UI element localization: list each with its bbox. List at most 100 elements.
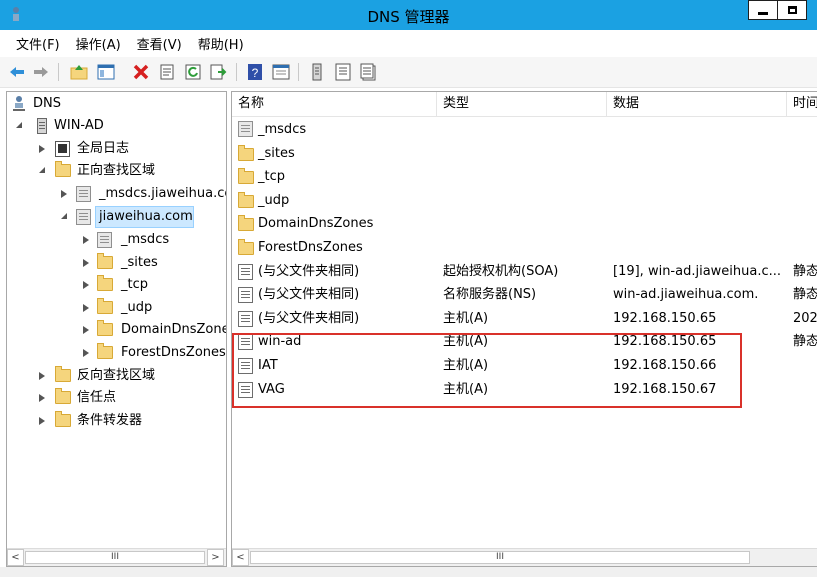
- minimize-button[interactable]: [748, 0, 778, 20]
- scroll-left-button[interactable]: <: [7, 549, 24, 566]
- cell-name: DomainDnsZones: [258, 216, 374, 232]
- details-pane: 名称 类型 数据 时间 _msdcs _sites _tcp _udp DomainDn…: [231, 91, 817, 567]
- back-arrow-icon[interactable]: [8, 63, 26, 81]
- cell-name: _msdcs: [258, 122, 307, 137]
- tree-item-dns[interactable]: DNS: [7, 93, 222, 115]
- tree-label: jiaweihua.com: [99, 209, 193, 224]
- tree-horizontal-scrollbar[interactable]: < III >: [7, 548, 226, 566]
- menu-help[interactable]: 帮助(H): [182, 34, 244, 53]
- list-row[interactable]: (与父文件夹相同) 主机(A) 192.168.150.65 202: [232, 307, 817, 331]
- folder-icon: [97, 343, 113, 359]
- collapse-arrow-icon[interactable]: [61, 213, 67, 219]
- list-row[interactable]: _tcp: [232, 165, 817, 189]
- cell-type: 主机(A): [443, 381, 489, 397]
- tree-item-msdcs-zone[interactable]: _msdcs.jiaweihua.cc: [7, 183, 226, 205]
- tree-item-forward-zones[interactable]: 正向查找区域: [7, 160, 222, 182]
- column-header-name[interactable]: 名称: [232, 92, 437, 116]
- column-header-time[interactable]: 时间: [787, 92, 817, 116]
- tree-item-child[interactable]: ForestDnsZones: [7, 342, 226, 364]
- tree-label: DNS: [33, 96, 61, 111]
- expand-arrow-icon[interactable]: [39, 372, 45, 380]
- expand-arrow-icon[interactable]: [39, 394, 45, 402]
- tree-item-selected-zone[interactable]: jiaweihua.com: [7, 206, 222, 228]
- tree-label: WIN-AD: [54, 118, 104, 133]
- maximize-button[interactable]: [777, 0, 807, 20]
- show-hide-tree-icon[interactable]: [97, 63, 115, 81]
- tree-item-server[interactable]: WIN-AD: [7, 115, 222, 137]
- list-row[interactable]: _sites: [232, 142, 817, 166]
- scroll-thumb[interactable]: III: [250, 551, 750, 564]
- collapse-arrow-icon[interactable]: [16, 122, 22, 128]
- zone-icon[interactable]: [334, 63, 352, 81]
- cell-time: 静态: [793, 334, 817, 350]
- help-icon[interactable]: ?: [246, 63, 264, 81]
- collapse-arrow-icon[interactable]: [39, 167, 45, 173]
- folder-icon: [238, 168, 254, 185]
- refresh-icon[interactable]: [184, 63, 202, 81]
- up-folder-icon[interactable]: [70, 63, 88, 81]
- folder-icon: [238, 239, 254, 255]
- cell-data: win-ad.jiaweihua.com.: [613, 287, 759, 303]
- server-icon: [37, 118, 47, 134]
- expand-arrow-icon[interactable]: [83, 304, 89, 312]
- column-header-data[interactable]: 数据: [607, 92, 787, 116]
- expand-arrow-icon[interactable]: [61, 190, 67, 198]
- list-row[interactable]: _udp: [232, 189, 817, 213]
- expand-arrow-icon[interactable]: [39, 145, 45, 153]
- tree-item-child[interactable]: DomainDnsZones: [7, 319, 226, 341]
- record-icon[interactable]: [359, 63, 377, 81]
- list-row[interactable]: (与父文件夹相同) 名称服务器(NS) win-ad.jiaweihua.com. 静…: [232, 283, 817, 307]
- delete-icon[interactable]: [132, 63, 150, 81]
- expand-arrow-icon[interactable]: [39, 417, 45, 425]
- list-horizontal-scrollbar[interactable]: < III: [232, 548, 817, 566]
- folder-icon: [97, 253, 113, 269]
- record-icon: [238, 263, 253, 280]
- menu-view[interactable]: 查看(V): [121, 34, 182, 53]
- tree-pane: DNS WIN-AD 全局日志 正向查找区域 _msdcs.jiaweihua.…: [6, 91, 227, 567]
- tree-item-conditional-forwarders[interactable]: 条件转发器: [7, 410, 222, 432]
- scroll-left-button[interactable]: <: [232, 549, 249, 566]
- export-list-icon[interactable]: [209, 63, 227, 81]
- dns-root-icon: [13, 96, 25, 111]
- scroll-right-button[interactable]: >: [207, 549, 224, 566]
- list-row[interactable]: _msdcs: [232, 118, 817, 142]
- menu-action[interactable]: 操作(A): [60, 34, 121, 53]
- expand-arrow-icon[interactable]: [83, 281, 89, 289]
- expand-arrow-icon[interactable]: [83, 236, 89, 244]
- zone-icon: [238, 121, 253, 137]
- expand-arrow-icon[interactable]: [83, 349, 89, 357]
- scroll-thumb[interactable]: III: [25, 551, 205, 564]
- tree-label: _msdcs.jiaweihua.cc: [99, 186, 227, 201]
- menu-file[interactable]: 文件(F): [0, 34, 60, 53]
- tree-item-child[interactable]: _msdcs: [7, 229, 222, 251]
- forward-arrow-icon[interactable]: [32, 63, 50, 81]
- list-row[interactable]: IAT 主机(A) 192.168.150.66: [232, 354, 817, 378]
- zone-icon: [97, 232, 112, 248]
- properties-icon[interactable]: [158, 63, 176, 81]
- list-row[interactable]: win-ad 主机(A) 192.168.150.65 静态: [232, 330, 817, 354]
- tree-item-reverse-zones[interactable]: 反向查找区域: [7, 365, 222, 387]
- expand-arrow-icon[interactable]: [83, 259, 89, 267]
- cell-name: VAG: [258, 381, 285, 397]
- tree-item-child[interactable]: _sites: [7, 252, 222, 274]
- list-row[interactable]: (与父文件夹相同) 起始授权机构(SOA) [19], win-ad.jiaweih…: [232, 260, 817, 284]
- tree-label: _msdcs: [121, 232, 170, 247]
- expand-arrow-icon[interactable]: [83, 326, 89, 334]
- column-header-type[interactable]: 类型: [437, 92, 607, 116]
- tree-item-child[interactable]: _udp: [7, 297, 222, 319]
- tree-item-trust-points[interactable]: 信任点: [7, 387, 222, 409]
- status-bar: [0, 567, 817, 577]
- record-icon: [238, 287, 253, 304]
- cell-type: 主机(A): [443, 358, 489, 373]
- toolbar: ?: [0, 57, 817, 88]
- cell-name: _udp: [258, 192, 290, 208]
- svg-text:?: ?: [252, 66, 259, 80]
- folder-icon: [55, 411, 71, 427]
- server-icon[interactable]: [308, 63, 326, 81]
- list-row[interactable]: VAG 主机(A) 192.168.150.67: [232, 378, 817, 402]
- tree-item-child[interactable]: _tcp: [7, 274, 222, 296]
- list-row[interactable]: ForestDnsZones: [232, 236, 817, 260]
- list-row[interactable]: DomainDnsZones: [232, 212, 817, 236]
- mmc-view-icon[interactable]: [272, 63, 290, 81]
- tree-item-global-log[interactable]: 全局日志: [7, 138, 222, 160]
